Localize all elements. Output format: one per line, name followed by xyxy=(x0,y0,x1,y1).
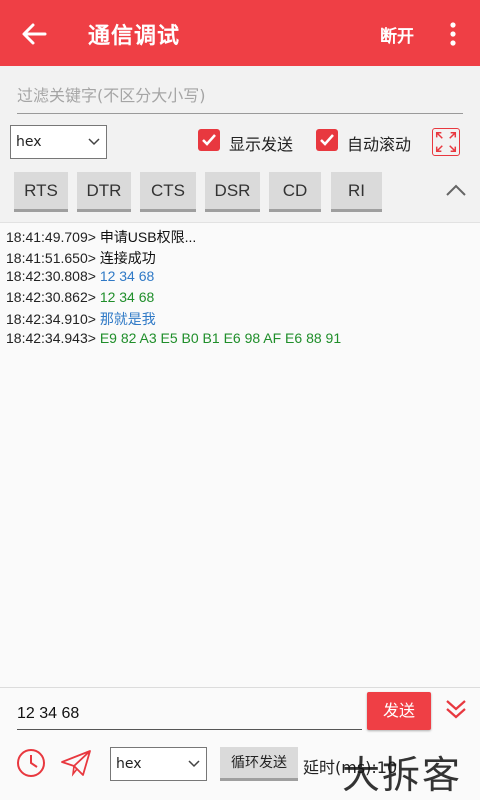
show-send-label: 显示发送 xyxy=(229,135,294,154)
log-line: 18:42:34.943> E9 82 A3 E5 B0 B1 E6 98 AF… xyxy=(6,330,341,346)
more-vertical-icon[interactable] xyxy=(446,20,460,48)
log-timestamp: 18:41:49.709> xyxy=(6,229,96,245)
cts-button[interactable]: CTS xyxy=(140,172,196,212)
log-message: 12 34 68 xyxy=(99,289,155,305)
clock-icon[interactable] xyxy=(16,748,46,778)
checkmark-icon xyxy=(202,134,216,146)
watermark: 大拆客 xyxy=(342,753,463,797)
log-timestamp: 18:42:30.808> xyxy=(6,268,96,284)
send-button[interactable]: 发送 xyxy=(367,692,431,730)
log-message: 12 34 68 xyxy=(99,268,155,284)
send-format-select[interactable]: hex xyxy=(110,747,207,781)
rts-button[interactable]: RTS xyxy=(14,172,68,212)
dtr-button[interactable]: DTR xyxy=(77,172,131,212)
log-timestamp: 18:42:34.943> xyxy=(6,330,96,346)
log-panel[interactable]: 18:41:49.709> 申请USB权限... 18:41:51.650> 连… xyxy=(0,222,480,687)
log-timestamp: 18:41:51.650> xyxy=(6,250,96,266)
log-message: 申请USB权限... xyxy=(99,229,197,245)
log-line: 18:42:30.808> 12 34 68 xyxy=(6,268,154,284)
receive-format-value: hex xyxy=(16,134,42,150)
double-chevron-down-icon[interactable] xyxy=(444,696,468,722)
paper-plane-icon[interactable] xyxy=(60,748,92,778)
auto-scroll-checkbox[interactable] xyxy=(316,129,338,151)
send-input[interactable]: 12 34 68 xyxy=(17,702,362,730)
show-send-checkbox[interactable] xyxy=(198,129,220,151)
cd-button[interactable]: CD xyxy=(269,172,321,212)
log-message: 连接成功 xyxy=(99,250,156,266)
app-bar: 通信调试 断开 xyxy=(0,0,480,66)
checkmark-icon xyxy=(320,134,334,146)
log-line: 18:42:34.910> 那就是我 xyxy=(6,309,156,329)
loop-send-button[interactable]: 循环发送 xyxy=(220,747,298,781)
back-arrow-icon[interactable] xyxy=(18,18,50,50)
filter-input[interactable] xyxy=(17,80,463,110)
log-timestamp: 18:42:30.862> xyxy=(6,289,96,305)
log-line: 18:41:49.709> 申请USB权限... xyxy=(6,227,196,247)
filter-field xyxy=(17,80,463,114)
auto-scroll-label: 自动滚动 xyxy=(347,135,412,154)
chevron-up-icon[interactable] xyxy=(442,180,470,202)
log-timestamp: 18:42:34.910> xyxy=(6,311,96,327)
dsr-button[interactable]: DSR xyxy=(205,172,260,212)
chevron-down-icon xyxy=(188,760,200,768)
send-format-value: hex xyxy=(116,756,142,772)
ri-button[interactable]: RI xyxy=(331,172,382,212)
fullscreen-icon[interactable] xyxy=(432,128,460,156)
log-line: 18:42:30.862> 12 34 68 xyxy=(6,289,154,305)
receive-format-select[interactable]: hex xyxy=(10,125,107,159)
disconnect-button[interactable]: 断开 xyxy=(380,22,414,47)
log-message: E9 82 A3 E5 B0 B1 E6 98 AF E6 88 91 xyxy=(99,330,342,346)
chevron-down-icon xyxy=(88,138,100,146)
log-message: 那就是我 xyxy=(99,311,156,327)
page-title: 通信调试 xyxy=(88,23,181,48)
log-line: 18:41:51.650> 连接成功 xyxy=(6,248,156,268)
